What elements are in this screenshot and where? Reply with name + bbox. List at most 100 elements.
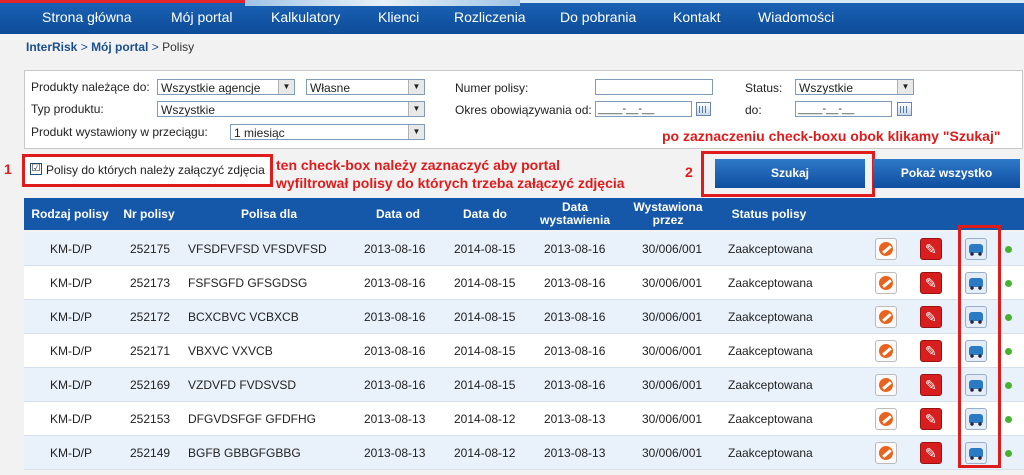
table-row: KM-D/P 252175 VFSDFVFSD VFSDVFSD 2013-08-16… [24,232,1024,266]
row-divider [24,469,1024,470]
annotation-checkbox-hint-1: ten check-box należy zaznaczyć aby porta… [276,157,560,173]
status-dot-icon [1005,348,1012,355]
cell-status: Zaakceptowana [728,242,813,256]
table-row: KM-D/P 252171 VBXVC VXVCB 2013-08-16 2014-08… [24,334,1024,368]
product-type-select[interactable]: Wszystkie ▼ [157,101,425,117]
cancel-icon[interactable] [875,374,897,396]
cancel-icon[interactable] [875,272,897,294]
col-header-issued-by[interactable]: Wystawiona przez [620,198,716,230]
col-header-type[interactable]: Rodzaj polisy [24,198,116,230]
col-header-for[interactable]: Polisa dla [182,198,356,230]
col-header-to[interactable]: Data do [440,198,530,230]
cell-date-to: 2014-08-15 [454,242,516,256]
agency-select[interactable]: Wszystkie agencje ▼ [157,79,295,95]
breadcrumb-my-portal[interactable]: Mój portal [91,40,148,54]
breadcrumb-root[interactable]: InterRisk [26,40,77,54]
chevron-down-icon: ▼ [408,125,424,139]
cell-date-to: 2014-08-12 [454,446,516,460]
nav-item-settlements[interactable]: Rozliczenia [454,9,526,25]
cell-number: 252172 [130,310,171,324]
annotation-box-photo-column [958,225,1001,468]
issued-period-select[interactable]: 1 miesiąc ▼ [230,124,425,140]
cell-status: Zaakceptowana [728,276,813,290]
pdf-icon[interactable] [920,238,942,260]
nav-item-messages[interactable]: Wiadomości [758,9,834,25]
policy-number-input[interactable] [595,79,713,95]
pdf-icon[interactable] [920,408,942,430]
cell-issue-date: 2013-08-16 [544,344,606,358]
nav-item-my-portal[interactable]: Mój portal [171,9,232,25]
cell-type: KM-D/P [50,344,92,358]
status-select[interactable]: Wszystkie ▼ [795,79,914,95]
pdf-icon[interactable] [920,306,942,328]
cell-status: Zaakceptowana [728,310,813,324]
cell-date-from: 2013-08-16 [364,310,426,324]
cell-issued-by: 30/006/001 [642,276,703,290]
status-dot-icon [1005,382,1012,389]
own-select-value: Własne [310,81,351,95]
annotation-number-1: 1 [4,161,12,177]
table-row: KM-D/P 252172 BCXCBVC VCBXCB 2013-08-16 2014… [24,300,1024,334]
cancel-icon[interactable] [875,238,897,260]
col-header-issue-date[interactable]: Data wystawienia [530,198,620,230]
nav-red-strip [0,0,245,3]
col-header-from[interactable]: Data od [356,198,440,230]
cell-status: Zaakceptowana [728,344,813,358]
cell-issue-date: 2013-08-13 [544,446,606,460]
policy-number-label: Numer polisy: [455,81,529,95]
status-dot-icon [1005,280,1012,287]
col-header-status[interactable]: Status polisy [716,198,822,230]
cell-type: KM-D/P [50,242,92,256]
cancel-icon[interactable] [875,340,897,362]
nav-item-clients[interactable]: Klienci [378,9,419,25]
table-row: KM-D/P 252173 FSFSGFD GFSGDSG 2013-08-16 201… [24,266,1024,300]
annotation-number-2: 2 [685,164,693,180]
cell-status: Zaakceptowana [728,412,813,426]
nav-item-home[interactable]: Strona główna [42,9,132,25]
cell-date-from: 2013-08-16 [364,276,426,290]
date-to-input[interactable]: ____-__-__ [795,101,892,117]
products-label: Produkty należące do: [31,80,150,94]
date-from-input[interactable]: ____-__-__ [595,101,692,117]
cell-type: KM-D/P [50,276,92,290]
issued-period-label: Produkt wystawiony w przeciągu: [31,125,208,139]
pdf-icon[interactable] [920,374,942,396]
nav-item-contact[interactable]: Kontakt [673,9,720,25]
pdf-icon[interactable] [920,272,942,294]
status-dot-icon [1005,314,1012,321]
calendar-icon[interactable] [897,102,912,116]
header-banner-image [245,0,520,6]
nav-item-calculators[interactable]: Kalkulatory [271,9,340,25]
annotation-search-hint: po zaznaczeniu check-boxu obok klikamy "… [662,128,1001,144]
cancel-icon[interactable] [875,306,897,328]
cell-date-from: 2013-08-13 [364,446,426,460]
annotation-box-checkbox [22,154,273,187]
own-select[interactable]: Własne ▼ [306,79,425,95]
date-to-label: do: [745,103,762,117]
cell-policy-for: DFGVDSFGF GFDFHG [188,412,316,426]
agency-select-value: Wszystkie agencje [161,81,261,95]
pdf-icon[interactable] [920,340,942,362]
cell-issued-by: 30/006/001 [642,412,703,426]
issued-period-value: 1 miesiąc [234,126,285,140]
chevron-down-icon: ▼ [897,80,913,94]
nav-item-downloads[interactable]: Do pobrania [560,9,636,25]
cell-issued-by: 30/006/001 [642,446,703,460]
cell-policy-for: VBXVC VXVCB [188,344,273,358]
cell-date-from: 2013-08-13 [364,412,426,426]
status-label: Status: [745,81,783,95]
cancel-icon[interactable] [875,442,897,464]
pdf-icon[interactable] [920,442,942,464]
cancel-icon[interactable] [875,408,897,430]
cell-status: Zaakceptowana [728,446,813,460]
product-type-label: Typ produktu: [31,102,104,116]
calendar-icon[interactable] [696,102,711,116]
cell-date-from: 2013-08-16 [364,344,426,358]
cell-issue-date: 2013-08-13 [544,412,606,426]
cell-number: 252169 [130,378,171,392]
col-header-number[interactable]: Nr polisy [116,198,182,230]
cell-policy-for: FSFSGFD GFSGDSG [188,276,308,290]
validity-label: Okres obowiązywania od: [455,103,592,117]
cell-number: 252171 [130,344,171,358]
show-all-button[interactable]: Pokaż wszystko [873,159,1020,188]
